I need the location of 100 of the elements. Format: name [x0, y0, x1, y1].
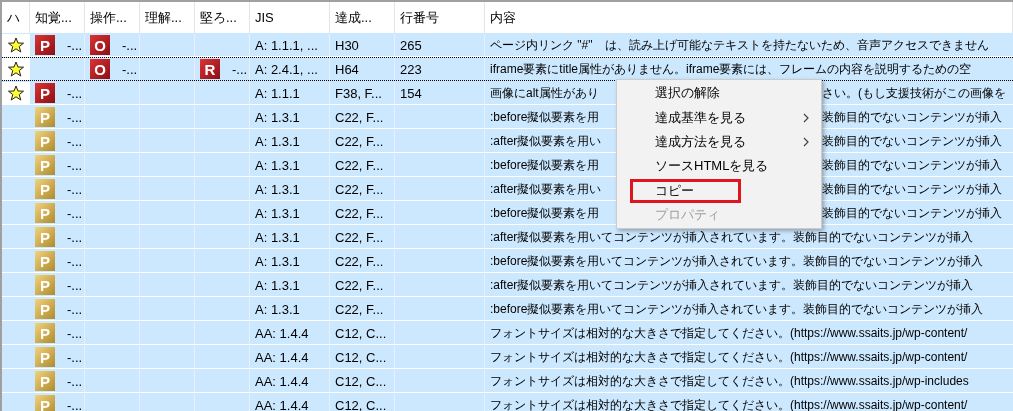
table-cell: A: 1.3.1 — [250, 106, 330, 128]
letter-badge: P — [35, 203, 55, 223]
table-cell: AA: 1.4.4 — [250, 370, 330, 392]
star-icon — [8, 37, 24, 53]
message-text: さい。(もし支援技術がこの画像を — [822, 85, 1006, 101]
cell-text: -... — [67, 157, 83, 173]
table-row[interactable]: P -... O -... A: 1.1.1, ... H30 265 ページ内リンク "#" は、読み上げ可能なテキストを持たないため、音声アクセスできません — [2, 33, 1013, 57]
message-text: :before擬似要素を用 — [490, 109, 600, 125]
table-row[interactable]: P -... A: 1.3.1 C22, F... :after擬似要素を用いてコンテンツが挿入されています。装飾目的でないコンテンツが挿入 — [2, 273, 1013, 297]
message-text: フォントサイズは相対的な大きさで指定してください。(https://www.ssaits.jp/wp-includes — [490, 373, 969, 389]
menu-item[interactable]: コピー — [617, 178, 821, 203]
letter-badge: P — [35, 347, 55, 367]
cell-text: -... — [67, 277, 83, 293]
table-row[interactable]: P -... AA: 1.4.4 C12, C... フォントサイズは相対的な大きさで指定してください。(https://www.ssaits.jp/wp-content/ — [2, 345, 1013, 369]
table-cell: C12, C... — [330, 346, 395, 368]
menu-item[interactable]: ソースHTMLを見る — [617, 154, 821, 179]
table-cell: A: 1.3.1 — [250, 298, 330, 320]
message-text: 装飾目的でないコンテンツが挿入 — [822, 109, 1002, 125]
table-cell: A: 1.3.1 — [250, 202, 330, 224]
table-row[interactable]: P -... AA: 1.4.4 C12, C... フォントサイズは相対的な大きさで指定してください。(https://www.ssaits.jp/wp-content/ — [2, 393, 1013, 411]
cell-text: -... — [67, 181, 83, 197]
cell-text: -... — [67, 133, 83, 149]
table-row[interactable]: P -... AA: 1.4.4 C12, C... フォントサイズは相対的な大きさで指定してください。(https://www.ssaits.jp/wp-includes — [2, 369, 1013, 393]
message-text: フォントサイズは相対的な大きさで指定してください。(https://www.ssaits.jp/wp-content/ — [490, 349, 968, 365]
cell-text: -... — [232, 61, 248, 77]
message-text: :before擬似要素を用いてコンテンツが挿入されています。装飾目的でないコンテンツが挿入 — [490, 253, 984, 269]
chevron-right-icon — [803, 112, 809, 123]
letter-badge: P — [35, 83, 55, 103]
cell-text: -... — [67, 349, 83, 365]
table-cell: A: 1.3.1 — [250, 130, 330, 152]
cell-text: -... — [67, 397, 83, 411]
message-text: 装飾目的でないコンテンツが挿入 — [822, 181, 1002, 197]
letter-badge: P — [35, 299, 55, 319]
chevron-right-icon — [803, 136, 809, 147]
message-text: :before擬似要素を用 — [490, 157, 600, 173]
table-row[interactable]: P -... A: 1.3.1 C22, F... :before擬似要素を用いてコンテンツが挿入されています。装飾目的でないコンテンツが挿入 — [2, 297, 1013, 321]
letter-badge: P — [35, 323, 55, 343]
menu-item[interactable]: 達成方法を見る — [617, 129, 821, 155]
table-cell: 154 — [395, 82, 485, 104]
menu-item[interactable]: 選択の解除 — [617, 81, 821, 106]
message-text: 画像にalt属性があり — [490, 85, 599, 101]
table-cell: 223 — [395, 58, 485, 80]
table-cell: C22, F... — [330, 130, 395, 152]
table-cell: AA: 1.4.4 — [250, 322, 330, 344]
message-text: iframe要素にtitle属性がありません。iframe要素には、フレームの内容を説明するための空 — [490, 61, 972, 77]
letter-badge: P — [35, 251, 55, 271]
table-cell: A: 1.3.1 — [250, 178, 330, 200]
cell-text: -... — [67, 109, 83, 125]
message-text: :after擬似要素を用いてコンテンツが挿入されています。装飾目的でないコンテンツが挿入 — [490, 229, 974, 245]
table-cell: C12, C... — [330, 322, 395, 344]
letter-badge: P — [35, 107, 55, 127]
letter-badge: O — [90, 59, 110, 79]
cell-text: -... — [67, 37, 83, 53]
table-cell: C22, F... — [330, 202, 395, 224]
table-row[interactable]: P -... AA: 1.4.4 C12, C... フォントサイズは相対的な大きさで指定してください。(https://www.ssaits.jp/wp-content/ — [2, 321, 1013, 345]
table-cell: C22, F... — [330, 154, 395, 176]
table-cell: C12, C... — [330, 394, 395, 411]
table-cell: A: 2.4.1, ... — [250, 58, 330, 80]
menu-item[interactable]: 達成基準を見る — [617, 105, 821, 130]
table-cell: H30 — [330, 34, 395, 56]
letter-badge: P — [35, 227, 55, 247]
letter-badge: P — [35, 35, 55, 55]
table-cell: A: 1.1.1 — [250, 82, 330, 104]
letter-badge: O — [90, 35, 110, 55]
table-cell: 265 — [395, 34, 485, 56]
letter-badge: P — [35, 155, 55, 175]
cell-text: -... — [67, 301, 83, 317]
table-cell: C22, F... — [330, 178, 395, 200]
cell-text: -... — [67, 85, 83, 101]
star-icon — [8, 85, 24, 101]
cell-text: -... — [122, 61, 138, 77]
letter-badge: P — [35, 275, 55, 295]
message-text: フォントサイズは相対的な大きさで指定してください。(https://www.ssaits.jp/wp-content/ — [490, 325, 968, 341]
table-cell: AA: 1.4.4 — [250, 394, 330, 411]
message-text: :after擬似要素を用い — [490, 181, 602, 197]
table-cell: F38, F... — [330, 82, 395, 104]
message-text: ページ内リンク "#" は、読み上げ可能なテキストを持たないため、音声アクセスできません — [490, 37, 989, 53]
message-text: :before擬似要素を用いてコンテンツが挿入されています。装飾目的でないコンテンツが挿入 — [490, 301, 984, 317]
table-cell: A: 1.3.1 — [250, 226, 330, 248]
table-cell: A: 1.3.1 — [250, 250, 330, 272]
table-cell: A: 1.3.1 — [250, 154, 330, 176]
message-text: 装飾目的でないコンテンツが挿入 — [822, 133, 1002, 149]
table-cell: A: 1.1.1, ... — [250, 34, 330, 56]
message-text: 装飾目的でないコンテンツが挿入 — [822, 157, 1002, 173]
letter-badge: P — [35, 179, 55, 199]
table-row[interactable]: P -... A: 1.3.1 C22, F... :after擬似要素を用いてコンテンツが挿入されています。装飾目的でないコンテンツが挿入 — [2, 225, 1013, 249]
letter-badge: P — [35, 395, 55, 411]
message-text: フォントサイズは相対的な大きさで指定してください。(https://www.ssaits.jp/wp-content/ — [490, 397, 968, 411]
message-text: 装飾目的でないコンテンツが挿入 — [822, 205, 1002, 221]
message-text: :after擬似要素を用い — [490, 133, 602, 149]
table-row[interactable]: P -... A: 1.3.1 C22, F... :before擬似要素を用いてコンテンツが挿入されています。装飾目的でないコンテンツが挿入 — [2, 249, 1013, 273]
table-cell: C12, C... — [330, 370, 395, 392]
table-cell: C22, F... — [330, 226, 395, 248]
cell-text: -... — [67, 229, 83, 245]
letter-badge: P — [35, 131, 55, 151]
table-cell: A: 1.3.1 — [250, 274, 330, 296]
table-cell: H64 — [330, 58, 395, 80]
table-row[interactable]: O -... R -... A: 2.4.1, ... H64 223 iframe要素にtitle属性がありません。iframe要素には、フレームの内容を説明するための空 — [2, 57, 1013, 81]
message-text: :after擬似要素を用いてコンテンツが挿入されています。装飾目的でないコンテンツが挿入 — [490, 277, 974, 293]
cell-text: -... — [122, 37, 138, 53]
